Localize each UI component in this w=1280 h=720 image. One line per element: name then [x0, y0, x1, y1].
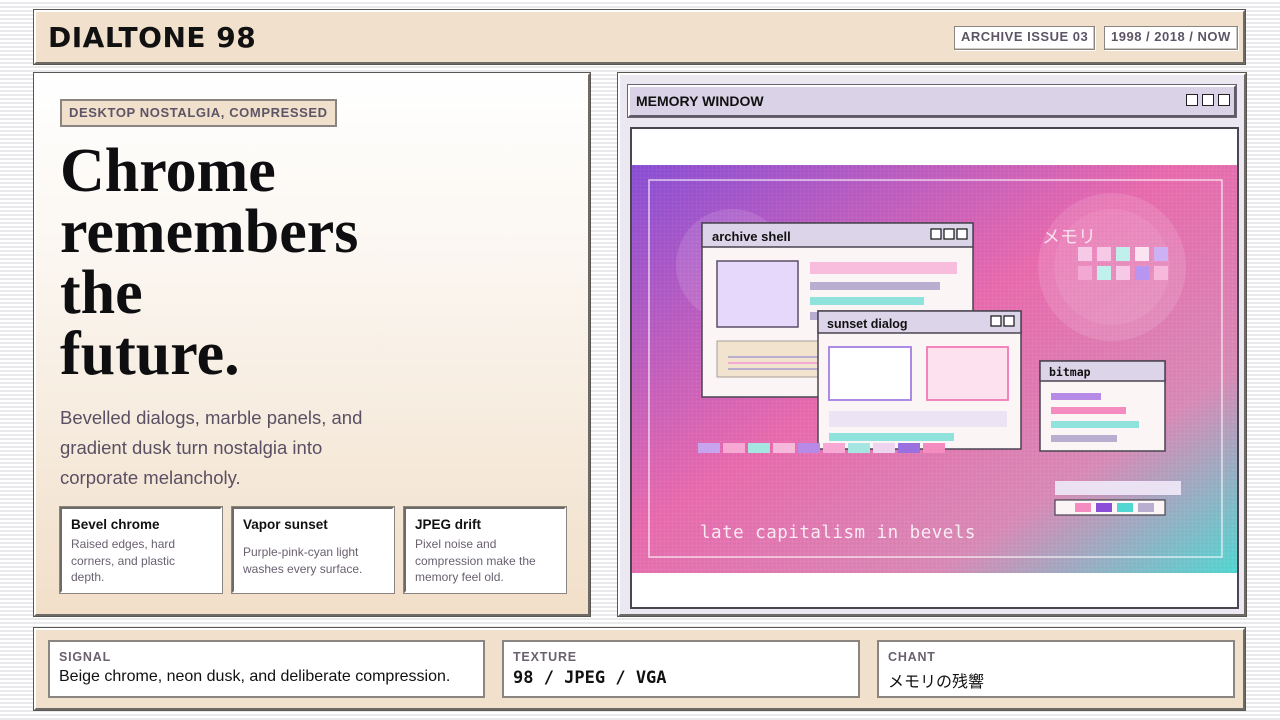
hero-headline: Chrome remembers the future.: [60, 137, 480, 388]
feature-card-jpeg-drift[interactable]: JPEG drift Pixel noise and compression m…: [404, 507, 566, 593]
footer-value: 98 / JPEG / VGA: [513, 668, 667, 688]
footer-value: メモリの残響: [888, 674, 985, 691]
brand-title: DIALTONE 98: [48, 21, 257, 54]
memory-window: MEMORY WINDOW メモリ archive shell sunset d…: [618, 73, 1246, 616]
feature-title: JPEG drift: [415, 517, 482, 532]
footer-label: CHANT: [888, 650, 936, 664]
feature-body: Raised edges, hard corners, and plastic …: [71, 537, 176, 584]
vaporwave-scene: メモリ archive shell sunset dialog bitmap l…: [632, 165, 1237, 573]
years-tag[interactable]: 1998 / 2018 / NOW: [1104, 26, 1238, 50]
footer-signal: SIGNAL Beige chrome, neon dusk, and deli…: [48, 640, 485, 698]
close-icon[interactable]: [1218, 94, 1230, 106]
headline-line: the: [60, 259, 143, 327]
headline-line: future.: [60, 320, 240, 388]
footer-label: SIGNAL: [59, 650, 112, 664]
feature-body: Pixel noise and compression make the mem…: [415, 537, 536, 584]
footer-texture: TEXTURE 98 / JPEG / VGA: [502, 640, 860, 698]
color-chip-row: [1054, 499, 1166, 516]
footer-chant: CHANT メモリの残響: [877, 640, 1235, 698]
feature-card-bevel-chrome[interactable]: Bevel chrome Raised edges, hard corners,…: [60, 507, 222, 593]
feature-card-vapor-sunset[interactable]: Vapor sunset Purple-pink-cyan light wash…: [232, 507, 394, 593]
archive-shell-title: archive shell: [712, 229, 791, 244]
headline-line: Chrome: [60, 137, 276, 205]
memory-viewport: メモリ archive shell sunset dialog bitmap l…: [630, 127, 1239, 609]
memory-window-titlebar[interactable]: MEMORY WINDOW: [628, 85, 1236, 117]
footer-value: Beige chrome, neon dusk, and deliberate …: [59, 668, 451, 685]
hero-kicker: DESKTOP NOSTALGIA, COMPRESSED: [60, 99, 337, 127]
hero-lede: Bevelled dialogs, marble panels, and gra…: [60, 407, 363, 488]
bitmap-title: bitmap: [1049, 365, 1091, 379]
footer-bar: SIGNAL Beige chrome, neon dusk, and deli…: [34, 628, 1245, 710]
feature-body: Purple-pink-cyan light washes every surf…: [243, 545, 363, 576]
maximize-icon[interactable]: [1202, 94, 1214, 106]
feature-title: Vapor sunset: [243, 517, 328, 532]
scene-caption: late capitalism in bevels: [700, 523, 976, 543]
top-header-bar: DIALTONE 98 ARCHIVE ISSUE 03 1998 / 2018…: [34, 10, 1245, 64]
minimize-icon[interactable]: [1186, 94, 1198, 106]
footer-label: TEXTURE: [513, 650, 577, 664]
sunset-dialog-title: sunset dialog: [827, 317, 908, 331]
window-title: MEMORY WINDOW: [636, 93, 764, 109]
overlay-jp-text: メモリ: [1042, 227, 1096, 248]
feature-title: Bevel chrome: [71, 517, 160, 532]
hero-card: DESKTOP NOSTALGIA, COMPRESSED Chrome rem…: [34, 73, 590, 616]
headline-line: remembers: [60, 198, 359, 266]
bitmap-window: bitmap: [1039, 360, 1166, 452]
sunset-dialog-window: sunset dialog: [817, 310, 1022, 450]
archive-issue-tag[interactable]: ARCHIVE ISSUE 03: [954, 26, 1096, 50]
progress-widget: [1055, 481, 1181, 495]
